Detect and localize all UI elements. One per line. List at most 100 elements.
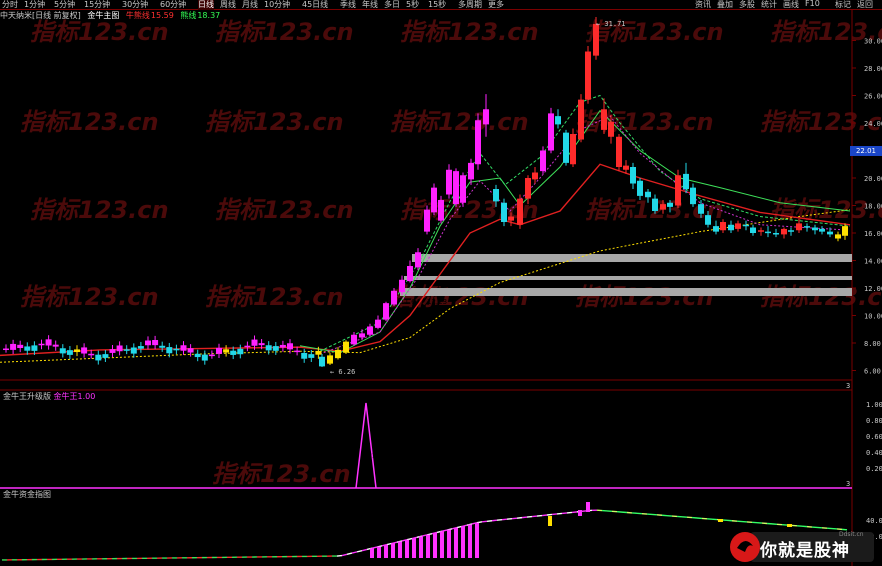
- candle-body: [804, 226, 810, 228]
- candle-body: [31, 345, 38, 351]
- capital-line: [361, 548, 368, 552]
- candle-body: [38, 343, 45, 346]
- candle-body: [585, 51, 591, 100]
- watermark-text: 指标123.cn: [205, 108, 344, 136]
- candle-body: [159, 345, 166, 348]
- axis-label: 30.00: [864, 38, 882, 46]
- capital-line: [351, 551, 358, 554]
- candle-body: [812, 227, 818, 231]
- axis-label: 6.00: [864, 368, 881, 376]
- candle-body: [208, 354, 215, 357]
- watermark-text: 指标123.cn: [20, 108, 159, 136]
- candle-body: [173, 348, 180, 351]
- capital-bar: [447, 529, 451, 558]
- axis-label: 16.00: [864, 230, 882, 238]
- axis-label: 14.00: [864, 258, 882, 266]
- watermark-text: 指标123.cn: [212, 460, 351, 488]
- candle-body: [102, 354, 109, 358]
- capital-bar: [398, 541, 402, 558]
- candle-body: [630, 167, 636, 184]
- watermark-text: 指标123.cn: [215, 196, 354, 224]
- watermark-text: 指标123.cn: [30, 18, 169, 46]
- candle-body: [287, 343, 293, 350]
- watermark-text: 指标123.cn: [390, 108, 529, 136]
- sub1-axis-label: 0.40: [866, 449, 882, 457]
- capital-line: [491, 519, 498, 522]
- candle-body: [59, 348, 66, 354]
- candle-body: [475, 120, 481, 165]
- capital-bar: [412, 538, 416, 558]
- capital-line: [511, 517, 518, 520]
- candle-body: [637, 180, 643, 196]
- candle-body: [351, 334, 357, 345]
- candle-body: [652, 198, 658, 212]
- capital-line: [536, 514, 543, 517]
- candle-body: [166, 347, 173, 354]
- candle-body: [383, 303, 389, 320]
- capital-bar: [440, 531, 444, 558]
- sub1-header: 金牛王升级版 金牛王1.00: [3, 391, 95, 402]
- candle-body: [705, 215, 711, 225]
- logo-text: 你就是股神: [760, 541, 850, 561]
- candle-body: [532, 172, 538, 180]
- candle-body: [493, 189, 499, 202]
- capital-bar: [377, 546, 381, 558]
- candle-body: [194, 353, 201, 358]
- candle-body: [690, 187, 696, 205]
- capital-bar: [548, 516, 552, 526]
- capital-line: [561, 512, 568, 515]
- candle-body: [540, 150, 546, 172]
- sub1-marker-label: ★金牛王: [366, 450, 393, 459]
- candle-body: [294, 350, 301, 353]
- capital-line: [516, 516, 523, 519]
- sub1-signal-spike: [355, 402, 377, 489]
- candle-body: [399, 279, 405, 293]
- candle-body: [501, 202, 507, 223]
- capital-line: [541, 514, 548, 517]
- candle-body: [743, 224, 749, 227]
- capital-line: [356, 549, 363, 553]
- candle-body: [116, 345, 123, 352]
- candle-body: [24, 346, 31, 351]
- candle-body: [517, 198, 523, 225]
- candle-body: [375, 319, 381, 328]
- capital-line: [531, 515, 538, 518]
- support-zone-bar: [404, 276, 852, 280]
- candle-body: [781, 228, 787, 235]
- capital-line: [501, 518, 508, 521]
- candle-body: [343, 341, 349, 353]
- axis-label: 18.00: [864, 203, 882, 211]
- capital-line: [336, 554, 343, 557]
- candle-body: [272, 346, 279, 351]
- sub1-axis-label: 0.20: [866, 465, 882, 473]
- capital-bar: [405, 539, 409, 558]
- candle-body: [608, 121, 614, 137]
- kline-chart[interactable]: 指标123.cn 指标123.cn 指标123.cn 指标123.cn 指标123.cn…: [0, 0, 882, 566]
- candle-body: [319, 356, 325, 367]
- sub2-header: 金牛资金指图: [3, 489, 51, 500]
- candle-body: [773, 233, 779, 235]
- capital-bar: [419, 536, 423, 558]
- watermark-text: 指标123.cn: [575, 108, 714, 136]
- capital-bar: [461, 526, 465, 558]
- capital-bar: [433, 532, 437, 558]
- candle-body: [109, 349, 116, 353]
- candle-body: [52, 344, 59, 347]
- logo-sub: Ddsit.cn: [839, 531, 864, 538]
- ma-purple-dash: [319, 115, 851, 355]
- candle-body: [765, 231, 771, 234]
- sub1-value-label: 金牛王: [53, 392, 78, 401]
- candle-body: [827, 231, 833, 235]
- capital-line: [496, 519, 503, 521]
- support-zone-bar: [400, 288, 852, 296]
- candle-body: [244, 345, 251, 348]
- candle-body: [660, 204, 666, 210]
- candle-body: [453, 171, 459, 205]
- capital-line: [486, 520, 493, 522]
- capital-bar: [426, 534, 430, 558]
- candle-body: [45, 339, 52, 346]
- candle-body: [130, 347, 137, 354]
- support-zone-bar: [412, 254, 852, 262]
- high-label: ← 31.71: [596, 20, 626, 28]
- capital-line: [546, 513, 553, 516]
